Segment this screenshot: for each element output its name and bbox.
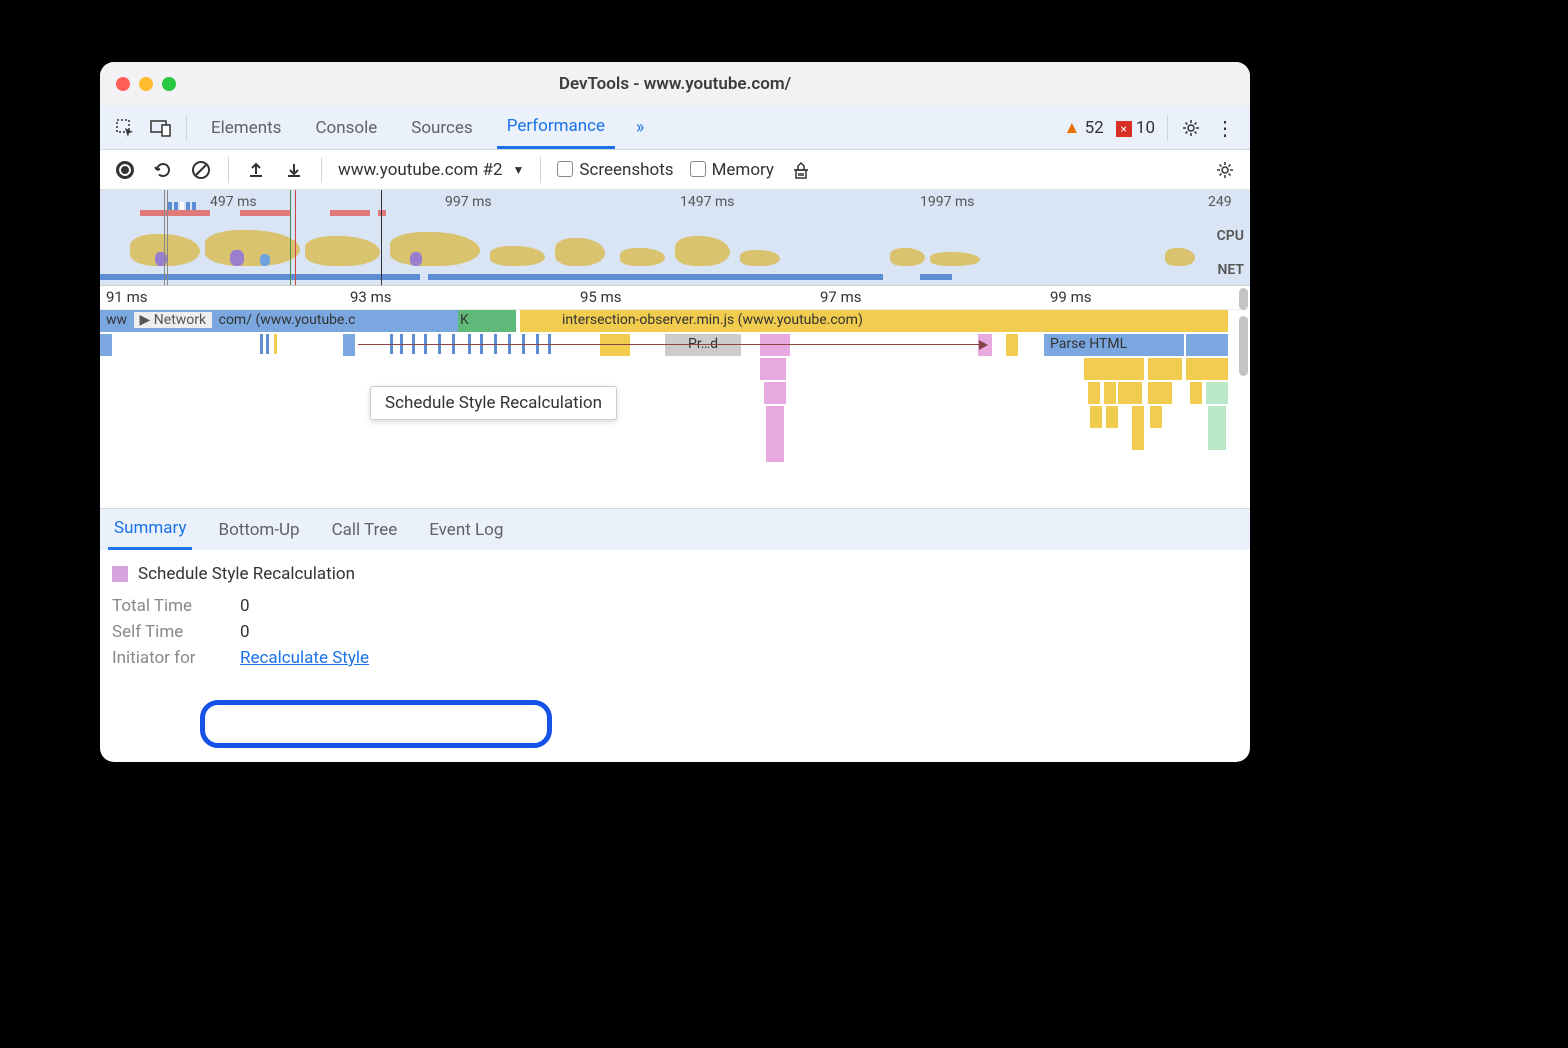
tab-summary[interactable]: Summary [108,509,192,550]
total-time-value: 0 [240,596,250,616]
errors-badge[interactable]: × 10 [1116,118,1155,138]
devtools-tabs-bar: Elements Console Sources Performance » ▲… [100,106,1250,150]
divider [228,157,229,183]
tab-call-tree[interactable]: Call Tree [326,511,404,549]
scrollbar[interactable] [1239,316,1248,376]
divider [186,115,187,141]
settings-icon[interactable] [1180,117,1202,139]
divider [1167,115,1168,141]
network-track[interactable]: ww ▶ Network com/ (www.youtube.c K inter… [100,310,1250,334]
cpu-graph [100,228,1190,268]
flame-chart[interactable]: 91 ms 93 ms 95 ms 97 ms 99 ms ww ▶ Netwo… [100,286,1250,508]
kebab-icon[interactable]: ⋮ [1214,117,1236,139]
device-toolbar-icon[interactable] [150,117,172,139]
self-time-label: Self Time [112,622,216,642]
cpu-label: CPU [1217,228,1244,244]
ov-tick: 249 [1208,194,1232,210]
timeline-overview[interactable]: 497 ms 997 ms 1497 ms 1997 ms 249 CPU NE… [100,190,1250,286]
ov-tick: 997 ms [445,194,492,210]
ov-tick: 497 ms [210,194,257,210]
tab-sources[interactable]: Sources [401,108,482,148]
inspect-icon[interactable] [114,117,136,139]
initiator-arrow [358,344,986,345]
more-tabs-icon[interactable]: » [629,117,651,139]
divider [540,157,541,183]
event-tooltip: Schedule Style Recalculation [370,386,617,420]
window-title: DevTools - www.youtube.com/ [100,74,1250,94]
clear-icon[interactable] [190,159,212,181]
tab-console[interactable]: Console [305,108,387,148]
annotation-highlight [200,700,552,748]
titlebar: DevTools - www.youtube.com/ [100,62,1250,106]
self-time-value: 0 [240,622,250,642]
tab-elements[interactable]: Elements [201,108,291,148]
scrollbar[interactable] [1239,288,1248,310]
net-label: NET [1217,262,1244,278]
summary-pane: Schedule Style Recalculation Total Time … [100,550,1250,688]
net-bar [428,274,883,280]
tab-event-log[interactable]: Event Log [423,511,509,549]
memory-toggle[interactable]: Memory [690,160,774,180]
chevron-down-icon: ▼ [512,163,524,177]
garbage-collect-icon[interactable] [790,159,812,181]
summary-event-title: Schedule Style Recalculation [112,564,1238,584]
tab-bottom-up[interactable]: Bottom-Up [212,511,305,549]
initiator-for-label: Initiator for [112,648,216,668]
reload-icon[interactable] [152,159,174,181]
divider [321,157,322,183]
tab-performance[interactable]: Performance [497,106,615,149]
warnings-badge[interactable]: ▲ 52 [1064,118,1104,138]
record-icon[interactable] [114,159,136,181]
net-bar [920,274,952,280]
total-time-label: Total Time [112,596,216,616]
ov-tick: 1997 ms [920,194,974,210]
upload-icon[interactable] [245,159,267,181]
ov-tick: 1497 ms [680,194,734,210]
status-area: ▲ 52 × 10 ⋮ [1064,115,1236,141]
recording-select[interactable]: www.youtube.com #2 ▼ [338,160,524,180]
capture-settings-icon[interactable] [1214,159,1236,181]
screenshots-toggle[interactable]: Screenshots [557,160,673,180]
initiator-link[interactable]: Recalculate Style [240,648,369,668]
main-track[interactable]: Pr…d Parse HTML [100,334,1250,358]
detail-tabs: Summary Bottom-Up Call Tree Event Log [100,508,1250,550]
download-icon[interactable] [283,159,305,181]
ruler: 91 ms 93 ms 95 ms 97 ms 99 ms [100,286,1250,310]
perf-toolbar: www.youtube.com #2 ▼ Screenshots Memory [100,150,1250,190]
event-color-swatch [112,566,128,582]
net-bar [100,274,420,280]
devtools-window: DevTools - www.youtube.com/ Elements Con… [100,62,1250,762]
